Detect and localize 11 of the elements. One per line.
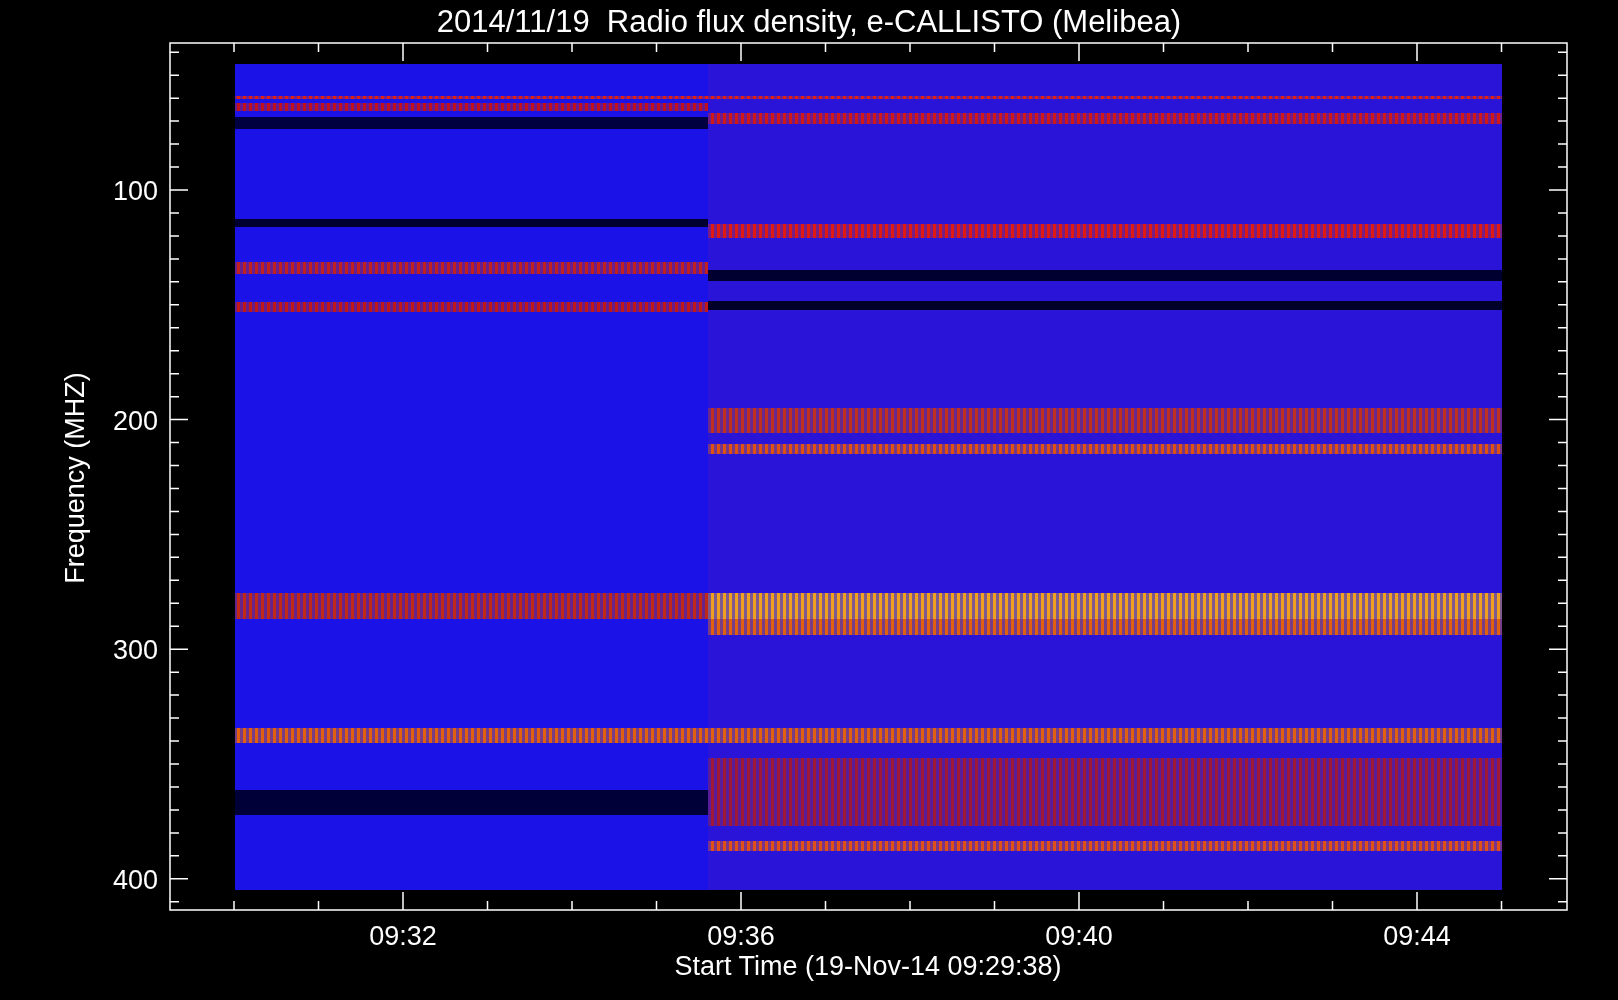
chart-title: 2014/11/19 Radio flux density, e-CALLISTO (Melibea) bbox=[436, 4, 1182, 39]
axis-title: Frequency (MHZ) bbox=[60, 372, 90, 584]
tick-label: 200 bbox=[112, 405, 158, 436]
axis-title: Start Time (19-Nov-14 09:29:38) bbox=[674, 951, 1062, 981]
tick-label: 09:44 bbox=[1383, 921, 1451, 951]
tick-label: 400 bbox=[112, 864, 158, 895]
tick-label: 100 bbox=[112, 176, 158, 206]
tick-label: 09:40 bbox=[1045, 921, 1113, 951]
tick-label: 09:32 bbox=[369, 921, 437, 951]
tick-label: 09:36 bbox=[707, 921, 775, 951]
tick-label: 300 bbox=[112, 635, 158, 666]
